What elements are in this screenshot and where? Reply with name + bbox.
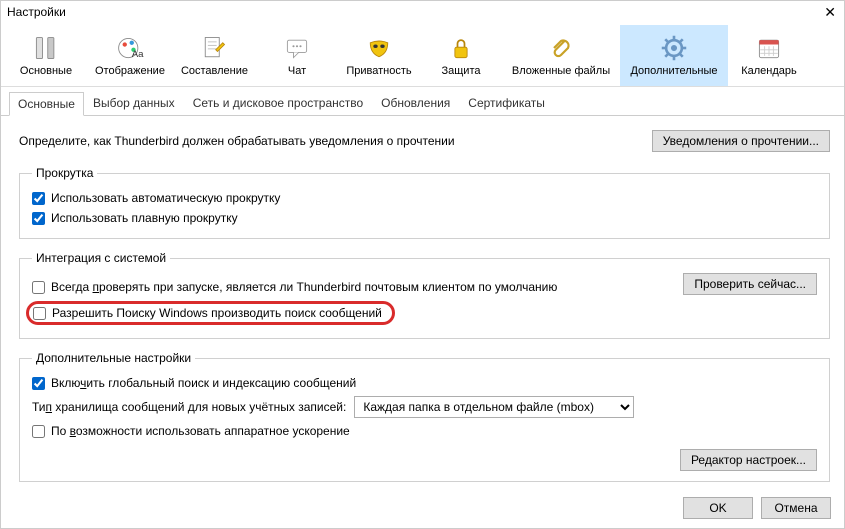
auto-scroll-checkbox[interactable] <box>32 192 45 205</box>
hw-accel-row[interactable]: По возможности использовать аппаратное у… <box>32 421 817 441</box>
paperclip-icon <box>547 34 575 62</box>
windows-search-highlight: Разрешить Поиску Windows производить пои… <box>26 301 395 325</box>
toolbar-label: Вложенные файлы <box>512 65 610 77</box>
toolbar: Основные Aa Отображение Составление Чат … <box>1 23 844 87</box>
storage-select[interactable]: Каждая папка в отдельном файле (mbox) <box>354 396 634 418</box>
toolbar-label: Защита <box>442 65 481 77</box>
panel-icon <box>32 34 60 62</box>
global-search-row[interactable]: Включить глобальный поиск и индексацию с… <box>32 373 817 393</box>
default-client-checkbox[interactable] <box>32 281 45 294</box>
tab-certs[interactable]: Сертификаты <box>459 91 554 115</box>
toolbar-calendar[interactable]: Календарь <box>728 25 810 86</box>
window-title: Настройки <box>7 5 66 19</box>
toolbar-advanced[interactable]: Дополнительные <box>620 25 728 86</box>
toolbar-attachments[interactable]: Вложенные файлы <box>502 25 620 86</box>
hw-accel-checkbox[interactable] <box>32 425 45 438</box>
tab-updates[interactable]: Обновления <box>372 91 459 115</box>
hw-accel-label: По возможности использовать аппаратное у… <box>51 424 350 438</box>
extra-legend: Дополнительные настройки <box>32 351 195 365</box>
auto-scroll-row[interactable]: Использовать автоматическую прокрутку <box>32 188 817 208</box>
toolbar-label: Основные <box>20 65 72 77</box>
scroll-group: Прокрутка Использовать автоматическую пр… <box>19 166 830 239</box>
smooth-scroll-checkbox[interactable] <box>32 212 45 225</box>
toolbar-label: Приватность <box>346 65 411 77</box>
default-client-label: Всегда проверять при запуске, является л… <box>51 280 557 294</box>
toolbar-label: Календарь <box>741 65 797 77</box>
windows-search-label: Разрешить Поиску Windows производить пои… <box>52 306 382 320</box>
extra-group: Дополнительные настройки Включить глобал… <box>19 351 830 482</box>
gear-icon <box>660 34 688 62</box>
smooth-scroll-row[interactable]: Использовать плавную прокрутку <box>32 208 817 228</box>
tab-data[interactable]: Выбор данных <box>84 91 184 115</box>
close-icon[interactable]: ✕ <box>824 4 836 21</box>
compose-icon <box>200 34 228 62</box>
intro-text: Определите, как Thunderbird должен обраб… <box>19 134 455 148</box>
svg-text:Aa: Aa <box>132 49 144 60</box>
toolbar-chat[interactable]: Чат <box>256 25 338 86</box>
check-now-button[interactable]: Проверить сейчас... <box>683 273 817 295</box>
palette-icon: Aa <box>116 34 144 62</box>
smooth-scroll-label: Использовать плавную прокрутку <box>51 211 238 225</box>
calendar-icon <box>755 34 783 62</box>
global-search-label: Включить глобальный поиск и индексацию с… <box>51 376 356 390</box>
windows-search-checkbox[interactable] <box>33 307 46 320</box>
toolbar-label: Отображение <box>95 65 165 77</box>
mask-icon <box>365 34 393 62</box>
toolbar-compose[interactable]: Составление <box>173 25 256 86</box>
toolbar-security[interactable]: Защита <box>420 25 502 86</box>
sub-tabs: Основные Выбор данных Сеть и дисковое пр… <box>1 87 844 116</box>
auto-scroll-label: Использовать автоматическую прокрутку <box>51 191 280 205</box>
ok-button[interactable]: OK <box>683 497 753 519</box>
config-editor-button[interactable]: Редактор настроек... <box>680 449 817 471</box>
scroll-legend: Прокрутка <box>32 166 97 180</box>
integration-group: Интеграция с системой Проверить сейчас..… <box>19 251 830 339</box>
toolbar-label: Чат <box>288 65 306 77</box>
chat-icon <box>283 34 311 62</box>
toolbar-label: Дополнительные <box>630 65 717 77</box>
tab-network[interactable]: Сеть и дисковое пространство <box>184 91 372 115</box>
tab-general[interactable]: Основные <box>9 92 84 116</box>
global-search-checkbox[interactable] <box>32 377 45 390</box>
read-receipts-button[interactable]: Уведомления о прочтении... <box>652 130 830 152</box>
toolbar-appearance[interactable]: Aa Отображение <box>87 25 173 86</box>
toolbar-label: Составление <box>181 65 248 77</box>
cancel-button[interactable]: Отмена <box>761 497 831 519</box>
storage-label: Тип хранилища сообщений для новых учётны… <box>32 400 346 414</box>
lock-icon <box>447 34 475 62</box>
toolbar-general[interactable]: Основные <box>5 25 87 86</box>
integration-legend: Интеграция с системой <box>32 251 170 265</box>
toolbar-privacy[interactable]: Приватность <box>338 25 420 86</box>
